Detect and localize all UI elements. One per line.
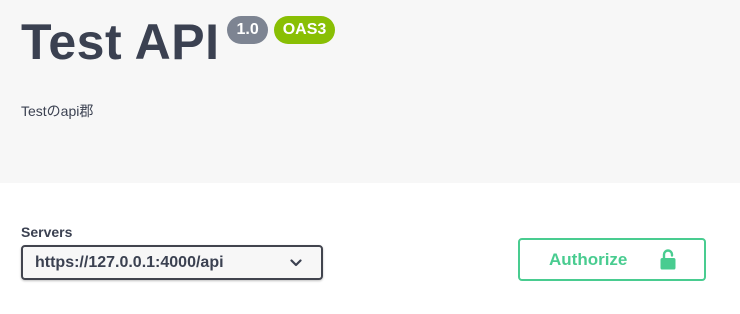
unlocked-padlock-icon xyxy=(658,248,678,271)
api-description: Testのapi郡 xyxy=(21,103,94,119)
oas-badge: OAS3 xyxy=(273,16,336,44)
api-info-section: Test API 1.0 OAS3 Testのapi郡 xyxy=(0,0,740,183)
api-title: Test API xyxy=(21,14,220,70)
version-badge: 1.0 xyxy=(227,16,268,44)
authorize-button[interactable]: Authorize xyxy=(518,238,706,281)
authorize-label: Authorize xyxy=(549,249,628,269)
server-select-value: https://127.0.0.1:4000/api xyxy=(35,253,224,271)
server-select[interactable]: https://127.0.0.1:4000/api xyxy=(21,245,323,280)
servers-label: Servers xyxy=(21,224,73,240)
chevron-down-icon xyxy=(287,254,305,272)
title-row: Test API 1.0 OAS3 xyxy=(21,12,336,72)
